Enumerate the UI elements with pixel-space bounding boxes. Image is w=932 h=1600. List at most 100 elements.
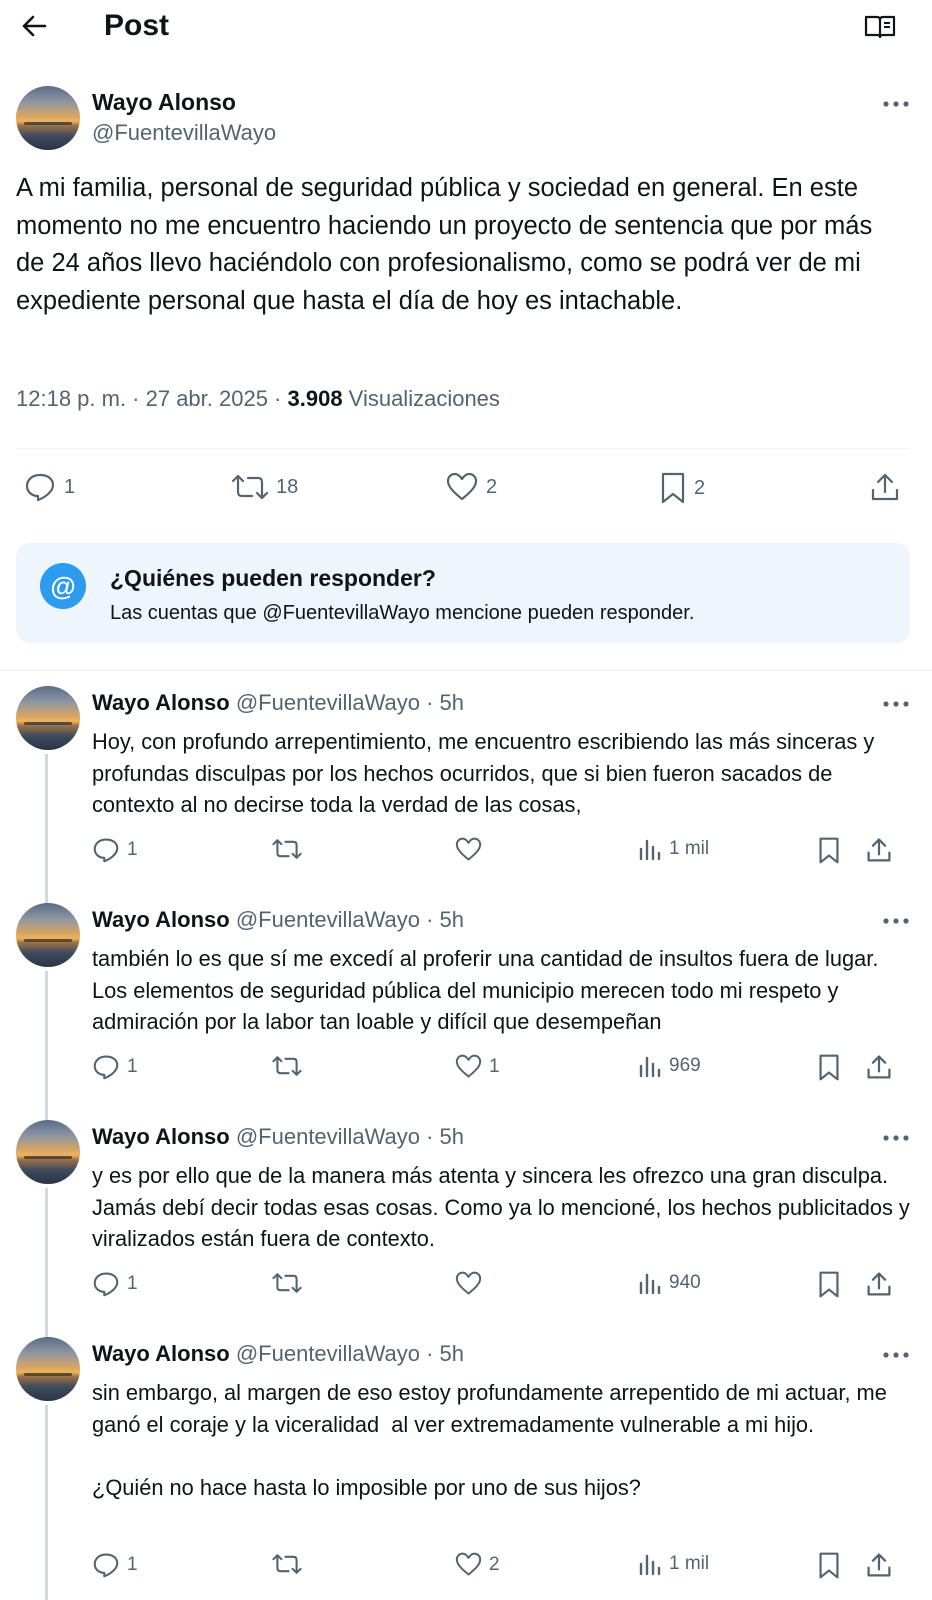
bookmark-button[interactable]: 2 — [660, 472, 705, 504]
reply-views-button[interactable]: 940 — [638, 1271, 701, 1295]
more-dots-icon — [883, 1135, 909, 1141]
reply-like-button[interactable] — [455, 837, 489, 862]
thread-line — [45, 971, 48, 1121]
repost-icon — [272, 1554, 302, 1574]
reply-reply-button[interactable]: 1 — [92, 1054, 138, 1080]
reply-repost-button[interactable] — [272, 1271, 309, 1295]
reply-repost-button[interactable] — [272, 1552, 309, 1576]
reply-reply-button[interactable]: 1 — [92, 1271, 138, 1297]
bookmark-icon — [819, 1552, 839, 1579]
reply-reply-count: 1 — [127, 1554, 138, 1575]
reply-share-button[interactable] — [866, 837, 892, 863]
reply-bookmark-button[interactable] — [818, 837, 840, 864]
reply-like-button[interactable]: 2 — [455, 1552, 500, 1577]
like-button[interactable]: 2 — [446, 472, 497, 502]
reply-author-handle[interactable]: @FuentevillaWayo · 5h — [236, 1341, 464, 1366]
share-button[interactable] — [870, 472, 900, 502]
reply-text: Hoy, con profundo arrepentimiento, me en… — [92, 729, 881, 817]
post-text: A mi familia, personal de seguridad públ… — [16, 174, 880, 315]
more-dots-icon — [883, 101, 909, 107]
reply-text: sin embargo, al margen de eso estoy prof… — [92, 1380, 887, 1500]
reply-repost-button[interactable] — [272, 1054, 309, 1078]
reply-reply-button[interactable]: 1 — [92, 837, 138, 863]
repost-count: 18 — [276, 475, 299, 498]
thread-line — [45, 754, 48, 904]
more-dots-icon — [883, 1352, 909, 1358]
post-timestamp[interactable]: 12:18 p. m. · 27 abr. 2025 · — [16, 386, 288, 411]
page-title: Post — [104, 9, 170, 42]
reply-avatar[interactable] — [16, 1120, 80, 1184]
repost-icon — [272, 1056, 302, 1076]
reply-avatar[interactable] — [16, 903, 80, 967]
reply-more-button[interactable] — [876, 905, 916, 937]
repost-icon — [272, 1273, 302, 1293]
views-icon — [639, 1554, 661, 1576]
bookmark-icon — [819, 837, 839, 864]
more-dots-icon — [883, 701, 909, 707]
reply-avatar[interactable] — [16, 1337, 80, 1401]
author-handle[interactable]: @FuentevillaWayo — [92, 119, 276, 147]
thread-line — [45, 1405, 48, 1600]
reply-more-button[interactable] — [876, 1122, 916, 1154]
reply-views-count: 1 mil — [669, 1553, 710, 1574]
reply-like-button[interactable] — [455, 1271, 489, 1296]
reply-like-count: 2 — [489, 1553, 500, 1575]
reply-bookmark-button[interactable] — [818, 1271, 840, 1298]
views-icon — [639, 1273, 661, 1295]
reply-author-name[interactable]: Wayo Alonso — [92, 1124, 230, 1149]
reply-views-button[interactable]: 1 mil — [638, 837, 709, 861]
views-count: 3.908 — [287, 386, 343, 411]
share-icon — [867, 1553, 891, 1577]
reply-author-name[interactable]: Wayo Alonso — [92, 907, 230, 932]
back-button[interactable] — [14, 6, 54, 46]
reply-button[interactable]: 1 — [24, 472, 75, 502]
book-icon — [864, 15, 896, 39]
reply-repost-button[interactable] — [272, 837, 309, 861]
reply-more-button[interactable] — [876, 1339, 916, 1371]
section-separator — [0, 670, 932, 671]
reply-text: también lo es que sí me excedí al profer… — [92, 946, 885, 1034]
reply-author-handle[interactable]: @FuentevillaWayo · 5h — [236, 690, 464, 715]
reply-count: 1 — [64, 475, 76, 498]
reply-author-handle[interactable]: @FuentevillaWayo · 5h — [236, 907, 464, 932]
reader-mode-button[interactable] — [860, 8, 900, 46]
views-icon — [639, 1056, 661, 1078]
share-icon — [867, 838, 891, 862]
more-dots-icon — [883, 918, 909, 924]
reply-bookmark-button[interactable] — [818, 1552, 840, 1579]
reply-author-name[interactable]: Wayo Alonso — [92, 690, 230, 715]
more-options-button[interactable] — [876, 88, 916, 120]
reply-share-button[interactable] — [866, 1271, 892, 1297]
reply-views-button[interactable]: 969 — [638, 1054, 701, 1078]
views-icon — [639, 839, 661, 861]
bookmark-count: 2 — [694, 476, 706, 499]
reply-header: Wayo Alonso @FuentevillaWayo · 5h — [92, 905, 464, 935]
repost-icon — [232, 474, 268, 500]
reply-reply-count: 1 — [127, 839, 138, 860]
reply-icon — [93, 1055, 119, 1080]
heart-icon — [446, 472, 478, 501]
author-name[interactable]: Wayo Alonso — [92, 88, 236, 116]
reply-header: Wayo Alonso @FuentevillaWayo · 5h — [92, 1122, 464, 1152]
repost-button[interactable]: 18 — [232, 472, 298, 502]
reply-avatar[interactable] — [16, 686, 80, 750]
repost-icon — [272, 839, 302, 859]
reply-views-button[interactable]: 1 mil — [638, 1552, 709, 1576]
reply-views-count: 969 — [669, 1055, 701, 1076]
at-icon: @ — [40, 563, 86, 609]
reply-bookmark-button[interactable] — [818, 1054, 840, 1081]
reply-author-name[interactable]: Wayo Alonso — [92, 1341, 230, 1366]
reply-author-handle[interactable]: @FuentevillaWayo · 5h — [236, 1124, 464, 1149]
who-can-reply-title: ¿Quiénes pueden responder? — [110, 565, 436, 591]
reply-like-button[interactable]: 1 — [455, 1054, 500, 1079]
reply-share-button[interactable] — [866, 1054, 892, 1080]
bookmark-icon — [819, 1054, 839, 1081]
share-icon — [867, 1272, 891, 1296]
reply-header: Wayo Alonso @FuentevillaWayo · 5h — [92, 1339, 464, 1369]
reply-reply-button[interactable]: 1 — [92, 1552, 138, 1578]
reply-share-button[interactable] — [866, 1552, 892, 1578]
heart-icon — [455, 1271, 482, 1295]
avatar[interactable] — [16, 86, 80, 150]
reply-like-count: 1 — [489, 1055, 500, 1077]
reply-more-button[interactable] — [876, 688, 916, 720]
